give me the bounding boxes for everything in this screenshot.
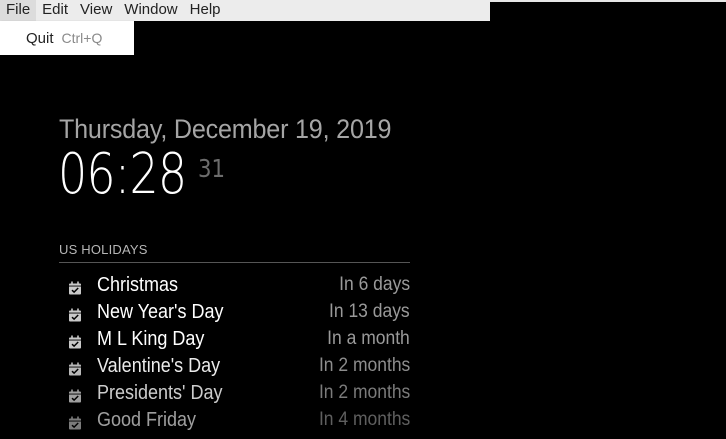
menu-window[interactable]: Window (118, 0, 183, 21)
menu-edit[interactable]: Edit (36, 0, 74, 21)
holiday-name: Christmas (97, 274, 179, 296)
quit-label: Quit (26, 29, 54, 47)
calendar-check-icon (69, 335, 81, 349)
menu-file[interactable]: File (0, 0, 37, 21)
holiday-when: In 13 days (329, 301, 410, 322)
list-item: Good Friday In 4 months (59, 408, 410, 435)
calendar-check-icon (69, 281, 81, 295)
quit-shortcut: Ctrl+Q (61, 30, 103, 46)
holiday-when: In 4 months (318, 409, 410, 430)
holiday-name: New Year's Day (97, 301, 224, 323)
list-item: Valentine's Day In 2 months (59, 354, 410, 381)
list-item: Presidents' Day In 2 months (59, 381, 410, 408)
magic-mirror-window: File Edit View Window Help Quit Ctrl+Q T… (0, 0, 726, 439)
holiday-when: In a month (327, 328, 410, 349)
calendar-check-icon (69, 362, 81, 376)
menu-item-quit[interactable]: Quit Ctrl+Q (0, 21, 134, 55)
clock-date: Thursday, December 19, 2019 (59, 114, 392, 144)
holiday-when: In 2 months (318, 382, 410, 403)
calendar-check-icon (69, 389, 81, 403)
holiday-name: M L King Day (97, 328, 205, 350)
clock-seconds: 31 (198, 154, 226, 183)
holidays-divider (59, 262, 410, 263)
list-item: New Year's Day In 13 days (59, 300, 410, 327)
clock-time: 06:28 (58, 142, 187, 207)
window-edge-strip (490, 0, 726, 2)
holiday-name: Valentine's Day (97, 355, 221, 377)
holiday-when: In 6 days (339, 274, 410, 295)
menu-help[interactable]: Help (184, 0, 227, 21)
list-item: M L King Day In a month (59, 327, 410, 354)
list-item: Christmas In 6 days (59, 273, 410, 300)
holidays-title: US HOLIDAYS (59, 242, 148, 257)
calendar-check-icon (69, 416, 81, 430)
holiday-name: Presidents' Day (97, 382, 223, 404)
holiday-when: In 2 months (318, 355, 410, 376)
menu-bar: File Edit View Window Help (0, 0, 490, 21)
holiday-list: Christmas In 6 days New Year's Day In 13… (59, 273, 410, 435)
menu-view[interactable]: View (74, 0, 118, 21)
calendar-check-icon (69, 308, 81, 322)
file-menu-dropdown: Quit Ctrl+Q (0, 21, 134, 55)
holiday-name: Good Friday (97, 409, 197, 431)
